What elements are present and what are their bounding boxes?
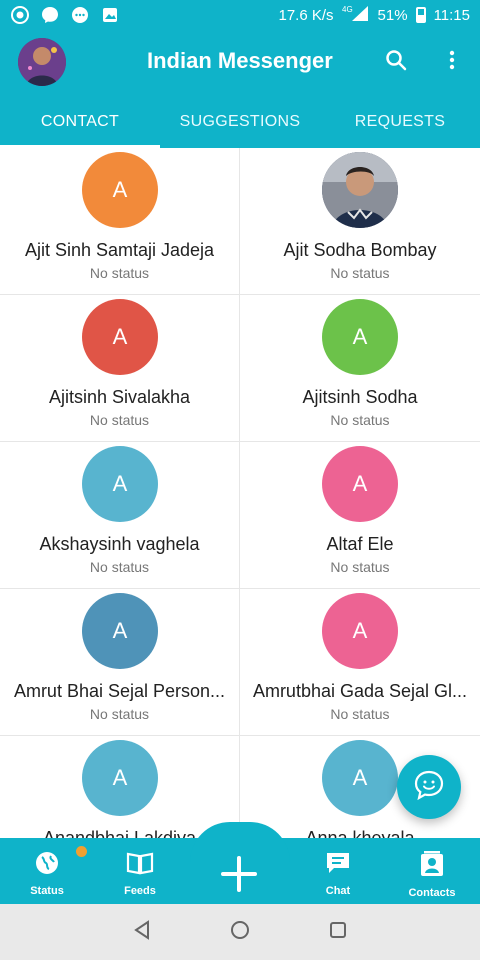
- chat-smile-icon: [412, 768, 446, 807]
- profile-avatar[interactable]: [18, 38, 66, 86]
- contact-avatar: A: [82, 299, 158, 375]
- whatsapp-icon: [10, 5, 30, 25]
- app-title: Indian Messenger: [147, 48, 333, 73]
- contact-status: No status: [89, 412, 150, 428]
- contact-card[interactable]: A Ajitsinh Sivalakha No status: [0, 295, 240, 442]
- tab-suggestions[interactable]: SUGGESTIONS: [160, 96, 320, 148]
- contact-status: No status: [330, 706, 390, 722]
- signal-icon: 4G: [342, 4, 370, 26]
- contact-status: No status: [89, 559, 150, 575]
- new-chat-fab[interactable]: [397, 755, 461, 819]
- contact-card[interactable]: A Ajit Sinh Samtaji Jadeja No status: [0, 148, 240, 295]
- chat-bubble-icon: [70, 5, 90, 25]
- search-icon: [384, 48, 408, 77]
- back-button[interactable]: [130, 919, 154, 946]
- contact-photo: [322, 152, 398, 228]
- nav-contacts[interactable]: Contacts: [392, 850, 472, 899]
- system-navigation-bar: [0, 904, 480, 960]
- contact-name: Amrutbhai Gada Sejal Gl...: [252, 681, 468, 701]
- recents-icon: [327, 919, 349, 946]
- nav-contacts-label: Contacts: [408, 887, 456, 899]
- status-right: 17.6 K/s 4G 51% 11:15: [278, 4, 470, 26]
- contact-status: No status: [330, 412, 390, 428]
- contact-avatar: A: [322, 593, 398, 669]
- contact-name: Ajitsinh Sodha: [302, 387, 418, 407]
- messenger-icon: [40, 5, 60, 25]
- app-bar: Indian Messenger: [0, 30, 480, 96]
- contact-avatar: A: [82, 152, 158, 228]
- contact-avatar: A: [322, 740, 398, 816]
- book-icon: [126, 852, 154, 880]
- contact-card[interactable]: A Amrut Bhai Sejal Person... No status: [0, 589, 240, 736]
- contact-status: No status: [89, 706, 150, 722]
- tab-requests[interactable]: REQUESTS: [320, 96, 480, 148]
- recents-button[interactable]: [326, 920, 350, 944]
- status-bar: 17.6 K/s 4G 51% 11:15: [0, 0, 480, 30]
- globe-icon: [34, 852, 60, 880]
- contact-status: No status: [89, 265, 150, 281]
- chat-icon: [325, 853, 351, 880]
- contacts-icon: [418, 851, 446, 882]
- network-speed: 17.6 K/s: [278, 6, 334, 24]
- status-notification-dot: [76, 846, 87, 857]
- nav-chat-label: Chat: [325, 885, 351, 897]
- network-type: 4G: [342, 5, 353, 14]
- contact-name: Altaf Ele: [326, 534, 394, 554]
- contact-card[interactable]: Ajit Sodha Bombay No status: [240, 148, 480, 295]
- home-icon: [229, 919, 251, 946]
- add-button[interactable]: [219, 854, 259, 894]
- tab-bar: CONTACT SUGGESTIONS REQUESTS: [0, 96, 480, 148]
- more-options-button[interactable]: [434, 44, 470, 80]
- contact-avatar: A: [82, 593, 158, 669]
- contact-name: Ajitsinh Sivalakha: [48, 387, 191, 407]
- nav-feeds-label: Feeds: [124, 885, 156, 897]
- contact-avatar: A: [82, 740, 158, 816]
- tab-contact[interactable]: CONTACT: [0, 96, 160, 148]
- contact-name: Amrut Bhai Sejal Person...: [13, 681, 226, 701]
- contact-avatar: A: [82, 446, 158, 522]
- contact-card[interactable]: A Altaf Ele No status: [240, 442, 480, 589]
- nav-status-label: Status: [30, 885, 64, 897]
- contact-grid: A Ajit Sinh Samtaji Jadeja No status Aji…: [0, 148, 480, 838]
- contact-avatar: A: [322, 299, 398, 375]
- contact-name: Akshaysinh vaghela: [39, 534, 200, 554]
- notification-icons: [10, 5, 120, 25]
- plus-icon: [219, 856, 259, 898]
- nav-status[interactable]: Status: [7, 850, 87, 897]
- contact-name: Ajit Sodha Bombay: [283, 240, 437, 260]
- contact-avatar: A: [322, 446, 398, 522]
- contact-card[interactable]: A Akshaysinh vaghela No status: [0, 442, 240, 589]
- nav-feeds[interactable]: Feeds: [100, 850, 180, 897]
- back-icon: [131, 919, 153, 946]
- contact-card[interactable]: A Amrutbhai Gada Sejal Gl... No status: [240, 589, 480, 736]
- contact-status: No status: [330, 265, 390, 281]
- battery-icon: [415, 7, 426, 23]
- battery-percent: 51%: [377, 6, 408, 24]
- contact-card[interactable]: A Anandbhai Lakdiva: [0, 736, 240, 838]
- bottom-navigation: Status Feeds Chat Contacts: [0, 822, 480, 904]
- search-button[interactable]: [378, 44, 414, 80]
- contact-status: No status: [330, 559, 390, 575]
- more-vert-icon: [440, 48, 464, 77]
- home-button[interactable]: [228, 920, 252, 944]
- contact-card[interactable]: A Ajitsinh Sodha No status: [240, 295, 480, 442]
- image-icon: [100, 5, 120, 25]
- clock: 11:15: [433, 6, 470, 24]
- nav-chat[interactable]: Chat: [298, 850, 378, 897]
- contact-name: Ajit Sinh Samtaji Jadeja: [24, 240, 215, 260]
